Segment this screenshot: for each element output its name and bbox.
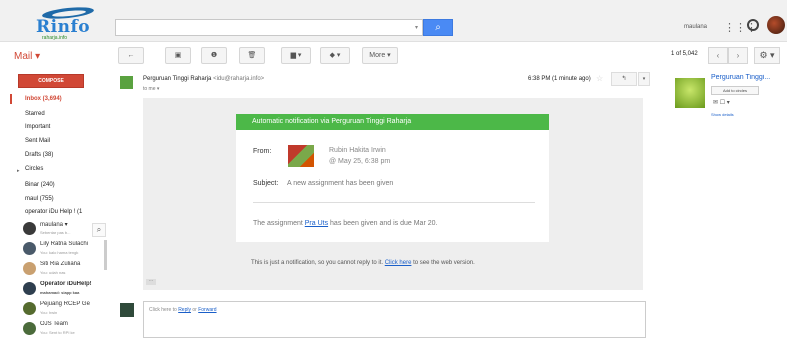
logo-text: Rinfo <box>36 17 91 37</box>
divider <box>253 202 535 203</box>
subject-label: Subject: <box>253 180 279 187</box>
notification-notice: This is just a notification, so you cann… <box>251 260 475 266</box>
contact-name: Lily Ratna Sulachi <box>40 241 89 247</box>
recipient-details[interactable]: to me ▾ <box>143 86 159 92</box>
message-time: 6:38 PM (1 minute ago) <box>528 76 591 82</box>
chat-scrollbar[interactable] <box>104 240 107 270</box>
reply-box[interactable]: Click here to Reply or Forward <box>143 301 646 338</box>
from-date: @ May 25, 6:38 pm <box>329 158 391 165</box>
assignment-text: The assignment Pra Uts has been given an… <box>253 220 437 227</box>
mail-app-switcher[interactable]: Mail ▾ <box>14 51 40 62</box>
subject-text: A new assignment has been given <box>287 180 394 187</box>
web-version-link[interactable]: Click here <box>385 260 412 266</box>
sidebar-item-starred[interactable]: Starred <box>25 111 45 117</box>
more-button[interactable]: More ▾ <box>362 47 398 64</box>
sender-line: Perguruan Tinggi Raharja <idu@raharja.in… <box>143 76 264 82</box>
avatar <box>23 222 36 235</box>
reply-link[interactable]: Reply <box>178 307 191 313</box>
forward-link[interactable]: Forward <box>198 307 216 313</box>
avatar <box>23 282 36 295</box>
avatar <box>23 302 36 315</box>
assignment-link[interactable]: Pra Uts <box>305 220 328 227</box>
sidebar-item-drafts[interactable]: Drafts (38) <box>25 152 53 158</box>
contact-avatar <box>675 78 705 108</box>
search-input[interactable]: ▾ <box>115 19 423 36</box>
archive-button[interactable]: ▣ <box>165 47 191 64</box>
chat-search-icon[interactable]: ⌕ <box>92 223 106 237</box>
reply-prompt-pre: Click here to <box>149 307 179 313</box>
notice-post: to see the web version. <box>411 260 475 266</box>
list-item[interactable]: OJS Team You: Sent to RPI ke <box>18 320 106 340</box>
search-button[interactable]: ⌕ <box>423 19 453 36</box>
search-icon: ⌕ <box>435 22 441 33</box>
avatar <box>23 262 36 275</box>
contact-status: You: kalo hama tengk <box>40 250 79 255</box>
more-actions-button[interactable]: ▾ <box>638 72 650 86</box>
sidebar-item-operator[interactable]: operator iDu Help ! (1 <box>25 209 82 215</box>
sidebar-item-important[interactable]: Important <box>25 124 50 130</box>
search-options-icon[interactable]: ▾ <box>415 24 418 31</box>
avatar <box>120 303 134 317</box>
sidebar-item-inbox[interactable]: Inbox (3,694) <box>25 96 62 102</box>
sidebar-item-maul[interactable]: maul (755) <box>25 196 54 202</box>
contact-status: You: hwin <box>40 310 58 315</box>
show-details-link[interactable]: Show details <box>711 112 734 117</box>
contact-action-icons[interactable]: ✉ ☐ ▾ <box>713 99 730 106</box>
notifications-icon[interactable] <box>747 19 759 31</box>
selected-folder-marker <box>10 94 12 104</box>
settings-button[interactable]: ⚙ ▾ <box>754 47 780 64</box>
contact-name: Siti Ria Zuliana <box>40 261 81 267</box>
assignment-post: has been given and is due Mar 20. <box>328 220 438 227</box>
labels-button[interactable]: ◆ ▾ <box>320 47 350 64</box>
avatar <box>120 76 133 89</box>
from-label: From: <box>253 148 272 155</box>
sender-address: <idu@raharja.info> <box>213 76 265 82</box>
contact-name[interactable]: Perguruan Tinggi... <box>711 74 785 81</box>
reply-button[interactable]: ↰ <box>611 72 637 86</box>
expand-arrow-icon[interactable]: ▸ <box>17 168 20 174</box>
move-to-button[interactable]: ▆ ▾ <box>281 47 311 64</box>
add-to-circles-button[interactable]: Add to circles <box>711 86 759 95</box>
from-avatar <box>288 145 314 167</box>
back-button[interactable]: ← <box>118 47 144 64</box>
user-name[interactable]: maulana <box>684 24 707 30</box>
show-trimmed-content-button[interactable]: ··· <box>146 279 156 285</box>
assignment-pre: The assignment <box>253 220 305 227</box>
list-item[interactable]: Siti Ria Zuliana You: udah nas <box>18 260 106 280</box>
older-button[interactable]: ‹ <box>708 47 728 64</box>
avatar <box>23 322 36 335</box>
notice-pre: This is just a notification, so you cann… <box>251 260 385 266</box>
contact-name: Operator iDuHelp! <box>40 281 92 287</box>
from-name: Rubin Hakita Irwin <box>329 147 386 154</box>
sidebar-item-binar[interactable]: Binar (240) <box>25 182 55 188</box>
list-item[interactable]: Lily Ratna Sulachi You: kalo hama tengk <box>18 240 106 260</box>
sidebar-item-sent[interactable]: Sent Mail <box>25 138 50 144</box>
reply-prompt: Click here to Reply or Forward <box>149 307 217 313</box>
logo[interactable]: Rinfo raharja.info <box>30 5 105 41</box>
contact-status: mahamad: siapp kaa <box>40 290 80 295</box>
avatar[interactable] <box>767 16 785 34</box>
card-header: Automatic notification via Perguruan Tin… <box>236 114 549 130</box>
reply-icon: ↰ <box>621 76 627 82</box>
compose-button[interactable]: COMPOSE <box>18 74 84 88</box>
avatar <box>23 242 36 255</box>
contact-name: OJS Team <box>40 321 68 327</box>
sender-name[interactable]: Perguruan Tinggi Raharja <box>143 76 211 82</box>
list-item[interactable]: Operator iDuHelp! mahamad: siapp kaa <box>18 280 106 300</box>
logo-subtext: raharja.info <box>42 35 68 41</box>
contact-status: You: udah nas <box>40 270 66 275</box>
list-item[interactable]: Pejuang RCEP Ge You: hwin <box>18 300 106 320</box>
contact-status: You: Sent to RPI ke <box>40 330 75 335</box>
contact-name: Pejuang RCEP Ge <box>40 301 90 307</box>
report-spam-button[interactable]: ❶ <box>201 47 227 64</box>
newer-button[interactable]: › <box>728 47 748 64</box>
delete-button[interactable]: 🗑 <box>239 47 265 64</box>
sidebar-item-circles[interactable]: Circles <box>25 166 43 172</box>
top-bar: Rinfo raharja.info ▾ ⌕ maulana ⋮⋮⋮ <box>0 0 787 42</box>
gear-icon: ⚙ ▾ <box>759 50 775 60</box>
pagination-count: 1 of 5,042 <box>671 51 698 57</box>
notification-card: Automatic notification via Perguruan Tin… <box>236 114 549 242</box>
star-icon[interactable]: ☆ <box>596 74 603 83</box>
